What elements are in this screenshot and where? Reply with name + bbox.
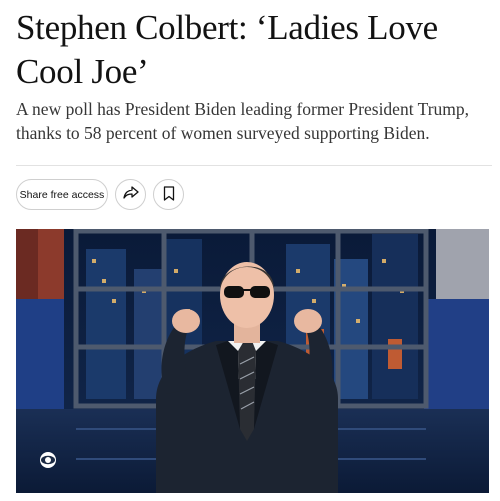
save-button[interactable] xyxy=(153,179,184,210)
cbs-eye-logo xyxy=(39,451,57,469)
bookmark-icon xyxy=(163,185,175,204)
article-photo xyxy=(16,229,489,493)
share-free-access-button[interactable]: Share free access xyxy=(16,179,108,210)
share-button[interactable] xyxy=(115,179,146,210)
divider xyxy=(16,165,492,166)
article-summary: A new poll has President Biden leading f… xyxy=(16,99,470,143)
share-arrow-icon xyxy=(122,186,139,203)
article-headline: Stephen Colbert: ‘Ladies Love Cool Joe’ xyxy=(16,8,438,91)
share-free-access-label: Share free access xyxy=(19,188,105,201)
